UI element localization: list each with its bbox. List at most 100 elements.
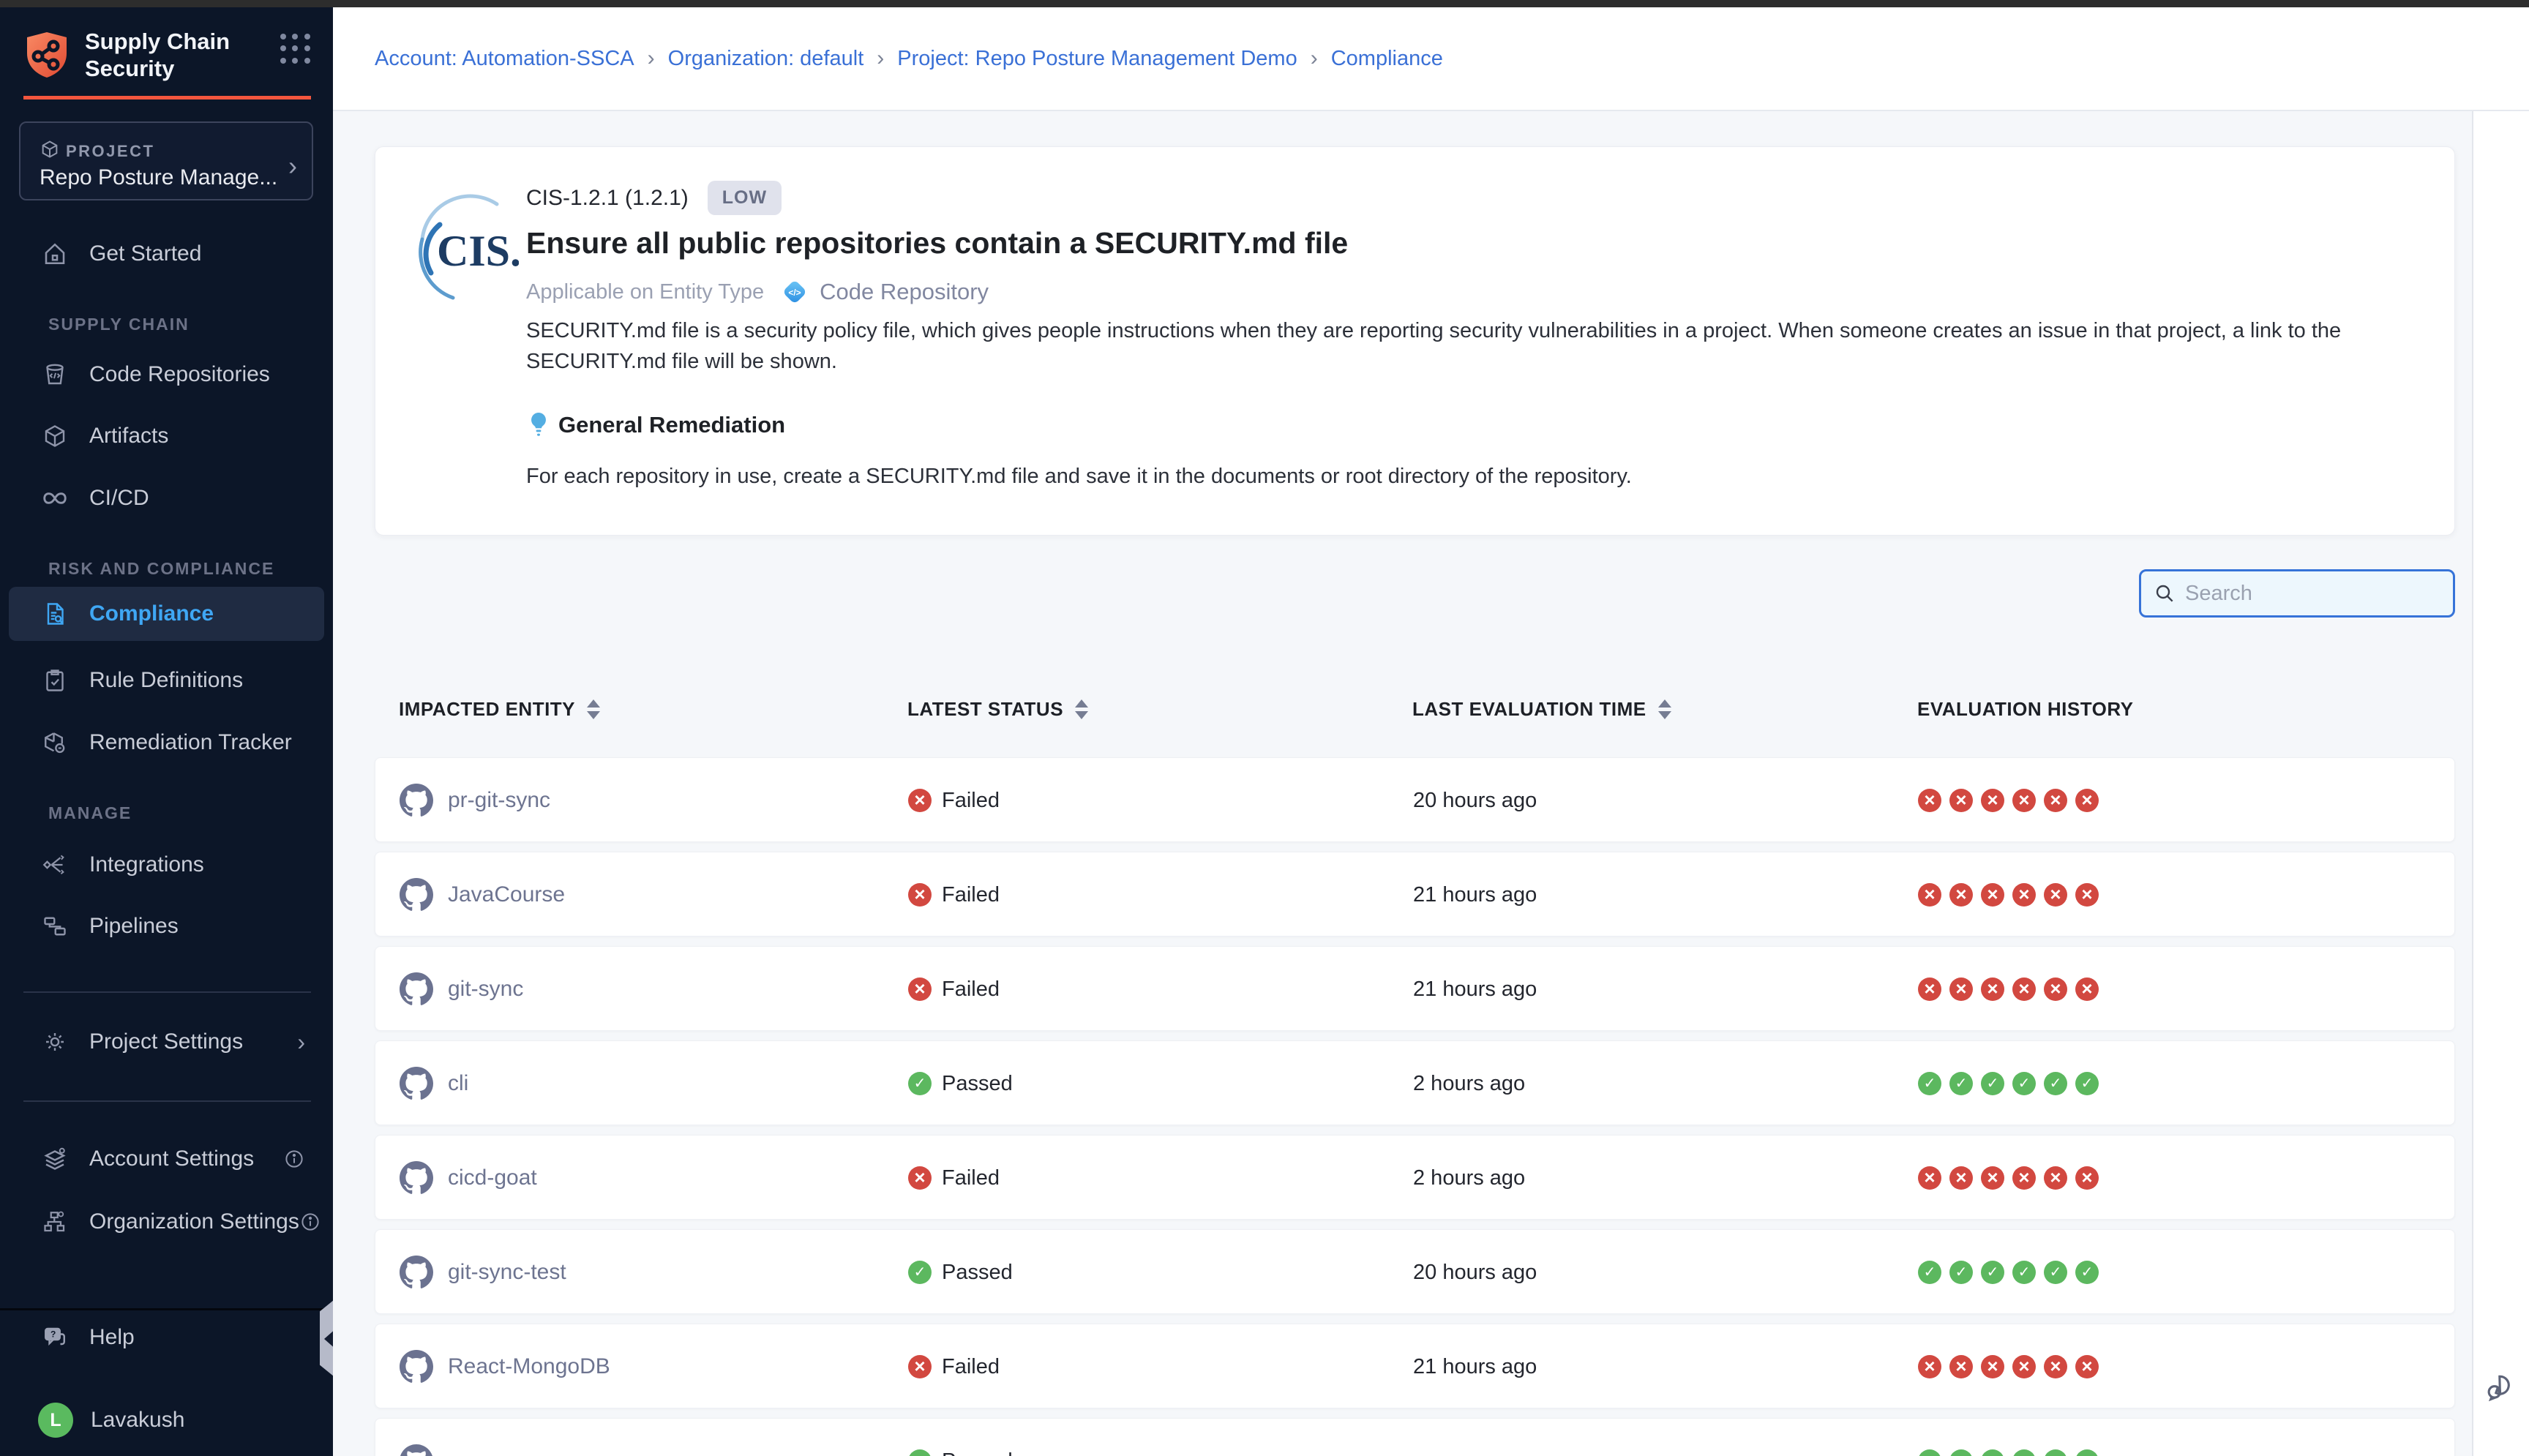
right-rail <box>2472 111 2529 1456</box>
window-top-strip <box>0 0 2529 7</box>
breadcrumb-organization[interactable]: Organization: default <box>668 47 864 71</box>
support-chat-icon[interactable] <box>2484 1371 2519 1403</box>
github-icon <box>400 1256 433 1289</box>
search-input[interactable] <box>2185 582 2441 606</box>
section-label-supply-chain: SUPPLY CHAIN <box>48 315 190 334</box>
entity-name[interactable]: pr-git-sync <box>448 788 550 813</box>
column-last-evaluation-time: LAST EVALUATION TIME <box>1412 698 1646 721</box>
history-failed-icon <box>2044 1355 2067 1378</box>
evaluation-history <box>1918 758 2107 843</box>
sort-icon[interactable] <box>1075 699 1088 719</box>
home-icon <box>41 240 69 268</box>
column-latest-status: LATEST STATUS <box>907 698 1063 721</box>
app-switcher-grid-icon[interactable] <box>280 34 311 64</box>
status-icon <box>908 883 932 907</box>
evaluation-time: 2 hours ago <box>1413 1136 1525 1220</box>
code-repository-entity-icon: </> <box>780 277 809 307</box>
sidebar-item-remediation-tracker[interactable]: Remediation Tracker <box>9 716 324 770</box>
history-failed-icon <box>2012 977 2036 1001</box>
project-label: PROJECT <box>66 142 154 161</box>
github-icon <box>400 1444 433 1456</box>
history-passed-icon <box>2044 1261 2067 1284</box>
brand-accent-rule <box>23 96 311 100</box>
sidebar-item-get-started[interactable]: Get Started <box>9 227 324 281</box>
status-text: Failed <box>942 1355 1000 1379</box>
code-repositories-icon <box>41 361 69 389</box>
sidebar-item-account-settings[interactable]: Account Settings <box>9 1132 324 1186</box>
divider <box>23 1100 311 1102</box>
evaluation-time: 20 hours ago <box>1413 758 1537 843</box>
table-row[interactable]: cli Passed 2 hours ago <box>375 1040 2455 1125</box>
entity-name[interactable]: git-sync <box>448 977 523 1002</box>
history-passed-icon <box>1918 1449 1941 1456</box>
infinity-icon <box>41 484 69 512</box>
remediation-text: For each repository in use, create a SEC… <box>526 465 1632 489</box>
entity-name[interactable]: JavaCourse <box>448 882 565 907</box>
sidebar-item-user[interactable]: L Lavakush <box>9 1393 324 1447</box>
section-label-risk-compliance: RISK AND COMPLIANCE <box>48 559 274 579</box>
evaluation-history <box>1918 852 2107 937</box>
org-chart-gear-icon <box>41 1208 69 1236</box>
compliance-document-icon <box>41 600 69 628</box>
rule-description: SECURITY.md file is a security policy fi… <box>526 315 2429 377</box>
sort-icon[interactable] <box>587 699 600 719</box>
table-row[interactable]: JavaCourse Failed 21 hours ago <box>375 852 2455 937</box>
table-row[interactable]: pr-git-sync Failed 20 hours ago <box>375 757 2455 842</box>
history-passed-icon <box>1949 1072 1973 1095</box>
status-icon <box>908 1166 932 1190</box>
cis-logo: CIS. <box>409 191 519 312</box>
entity-type: Code Repository <box>820 279 989 305</box>
sidebar-item-help[interactable]: ? Help <box>9 1310 324 1365</box>
history-passed-icon <box>2012 1261 2036 1284</box>
lightbulb-icon <box>526 410 551 440</box>
table-row[interactable]: Passed <box>375 1418 2455 1456</box>
help-chat-icon: ? <box>41 1324 69 1351</box>
evaluation-history <box>1918 1136 2107 1220</box>
table-row[interactable]: cicd-goat Failed 2 hours ago <box>375 1135 2455 1220</box>
table-row[interactable]: React-MongoDB Failed 21 hours ago <box>375 1324 2455 1408</box>
info-icon <box>283 1148 305 1170</box>
pipelines-icon <box>41 912 69 940</box>
sidebar-item-rule-definitions[interactable]: Rule Definitions <box>9 653 324 708</box>
artifacts-cube-icon <box>41 422 69 450</box>
history-failed-icon <box>2012 1355 2036 1378</box>
status-text: Failed <box>942 977 1000 1002</box>
project-name: Repo Posture Manage... <box>40 165 277 190</box>
entity-name[interactable]: cli <box>448 1071 468 1096</box>
github-icon <box>400 1350 433 1384</box>
sidebar-item-project-settings[interactable]: Project Settings › <box>9 1015 324 1069</box>
history-failed-icon <box>1918 1355 1941 1378</box>
sidebar-item-pipelines[interactable]: Pipelines <box>9 899 324 953</box>
project-cube-icon <box>40 139 60 160</box>
rule-id: CIS-1.2.1 (1.2.1) <box>526 186 689 211</box>
severity-badge: LOW <box>708 181 782 215</box>
sidebar-item-artifacts[interactable]: Artifacts <box>9 409 324 463</box>
entity-name[interactable]: cicd-goat <box>448 1166 537 1190</box>
sidebar-item-cicd[interactable]: CI/CD <box>9 471 324 525</box>
github-icon <box>400 878 433 912</box>
history-failed-icon <box>1981 1166 2004 1190</box>
history-failed-icon <box>2075 1355 2099 1378</box>
sidebar-item-code-repositories[interactable]: Code Repositories <box>9 348 324 402</box>
project-selector[interactable]: PROJECT Repo Posture Manage... › <box>19 121 313 200</box>
evaluation-history <box>1918 1041 2107 1126</box>
history-failed-icon <box>1918 977 1941 1001</box>
entity-name[interactable]: React-MongoDB <box>448 1354 610 1379</box>
app-title: Supply Chain Security <box>85 28 280 82</box>
breadcrumb-compliance[interactable]: Compliance <box>1331 47 1443 71</box>
breadcrumb-account[interactable]: Account: Automation-SSCA <box>375 47 634 71</box>
sidebar-item-integrations[interactable]: Integrations <box>9 838 324 892</box>
table-row[interactable]: git-sync-test Passed 20 hours ago <box>375 1229 2455 1314</box>
breadcrumb-project[interactable]: Project: Repo Posture Management Demo <box>897 47 1297 71</box>
sidebar-item-compliance[interactable]: Compliance <box>9 587 324 641</box>
status-icon <box>908 1449 932 1456</box>
sort-icon[interactable] <box>1658 699 1671 719</box>
breadcrumb: Account: Automation-SSCA › Organization:… <box>333 7 2529 111</box>
status-text: Failed <box>942 789 1000 813</box>
history-failed-icon <box>2075 977 2099 1001</box>
entity-name[interactable]: git-sync-test <box>448 1260 566 1285</box>
history-passed-icon <box>1949 1449 1973 1456</box>
chevron-right-icon: › <box>297 1029 305 1056</box>
table-row[interactable]: git-sync Failed 21 hours ago <box>375 946 2455 1031</box>
sidebar-item-organization-settings[interactable]: Organization Settings <box>9 1195 324 1249</box>
